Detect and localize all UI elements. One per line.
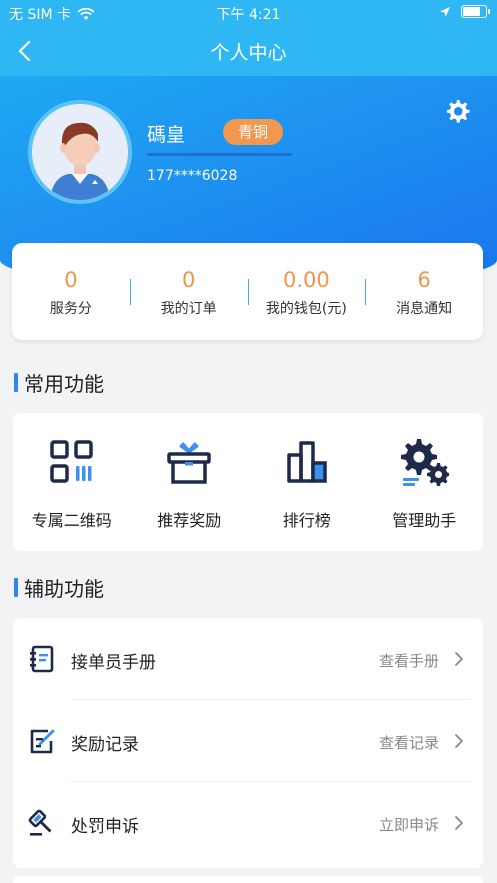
stat-label: 服务分 — [49, 301, 92, 317]
settings-gear-icon[interactable] — [443, 97, 471, 125]
func-qrcode[interactable]: 专属二维码 — [13, 413, 131, 551]
func-label: 排行榜 — [282, 511, 331, 530]
edit-record-icon — [30, 729, 55, 754]
stat-value: 0.00 — [282, 268, 330, 292]
list-item-label: 接单员手册 — [71, 653, 156, 673]
section-title-text: 常用功能 — [24, 372, 104, 396]
list-item-action: 查看手册 — [378, 652, 439, 670]
gears-icon — [401, 439, 450, 486]
section-title-aux: 辅助功能 — [14, 573, 104, 602]
stat-value: 0 — [181, 268, 196, 292]
common-functions-card: 专属二维码 推荐奖励 排行榜 管理助手 — [13, 413, 483, 551]
nav-bar: 个人中心 — [0, 26, 497, 76]
func-label: 推荐奖励 — [157, 511, 222, 530]
stat-label: 我的钱包(元) — [265, 301, 347, 317]
next-card-edge — [13, 876, 483, 883]
status-bar: 无 SIM 卡 下午 4:21 — [0, 0, 497, 26]
avatar-illustration-icon — [32, 104, 128, 200]
chevron-right-icon — [455, 734, 463, 748]
battery-icon — [461, 5, 490, 18]
status-time: 下午 4:21 — [216, 7, 281, 23]
stat-service-score[interactable]: 0 服务分 — [12, 243, 130, 340]
list-item-label: 奖励记录 — [71, 735, 139, 755]
stat-my-orders[interactable]: 0 我的订单 — [129, 243, 248, 340]
level-badge: 青铜 — [223, 119, 283, 145]
stat-label: 消息通知 — [396, 301, 453, 317]
func-management-assistant[interactable]: 管理助手 — [366, 413, 484, 551]
func-referral-reward[interactable]: 推荐奖励 — [131, 413, 249, 551]
qrcode-icon — [50, 440, 93, 483]
func-label: 专属二维码 — [31, 511, 112, 530]
stat-value: 0 — [64, 268, 78, 292]
list-item-appeal[interactable]: 处罚申诉 立即申诉 — [13, 782, 483, 864]
section-accent-bar — [14, 373, 18, 392]
gift-icon — [167, 442, 211, 484]
handbook-icon — [30, 645, 54, 673]
phone-number: 177****6028 — [147, 168, 238, 184]
page-title: 个人中心 — [210, 42, 287, 64]
location-arrow-icon — [440, 6, 450, 17]
avatar[interactable] — [28, 100, 132, 204]
stat-messages[interactable]: 6 消息通知 — [365, 243, 483, 340]
stat-label: 我的订单 — [160, 301, 217, 317]
gavel-icon — [28, 809, 52, 836]
func-label: 管理助手 — [392, 511, 457, 530]
list-item-reward-record[interactable]: 奖励记录 查看记录 — [13, 700, 483, 782]
func-leaderboard[interactable]: 排行榜 — [248, 413, 366, 551]
list-item-label: 处罚申诉 — [71, 817, 139, 837]
ranking-icon — [287, 441, 327, 483]
stats-card: 0 服务分 0 我的订单 0.00 我的钱包(元) 6 消息通知 — [12, 243, 483, 340]
list-item-action: 查看记录 — [378, 734, 439, 752]
stat-my-wallet[interactable]: 0.00 我的钱包(元) — [247, 243, 366, 340]
aux-functions-card: 接单员手册 查看手册 奖励记录 查看记录 处罚申诉 立即申诉 — [13, 618, 483, 868]
chevron-right-icon — [455, 816, 463, 830]
section-accent-bar — [14, 578, 18, 597]
chevron-right-icon — [455, 652, 463, 666]
level-progress-bar — [147, 153, 292, 156]
section-title-common: 常用功能 — [14, 368, 104, 397]
stat-value: 6 — [417, 268, 431, 292]
list-item-handbook[interactable]: 接单员手册 查看手册 — [13, 618, 483, 700]
list-item-action: 立即申诉 — [378, 816, 439, 834]
section-title-text: 辅助功能 — [24, 577, 104, 601]
username: 碼皇 — [147, 124, 186, 146]
